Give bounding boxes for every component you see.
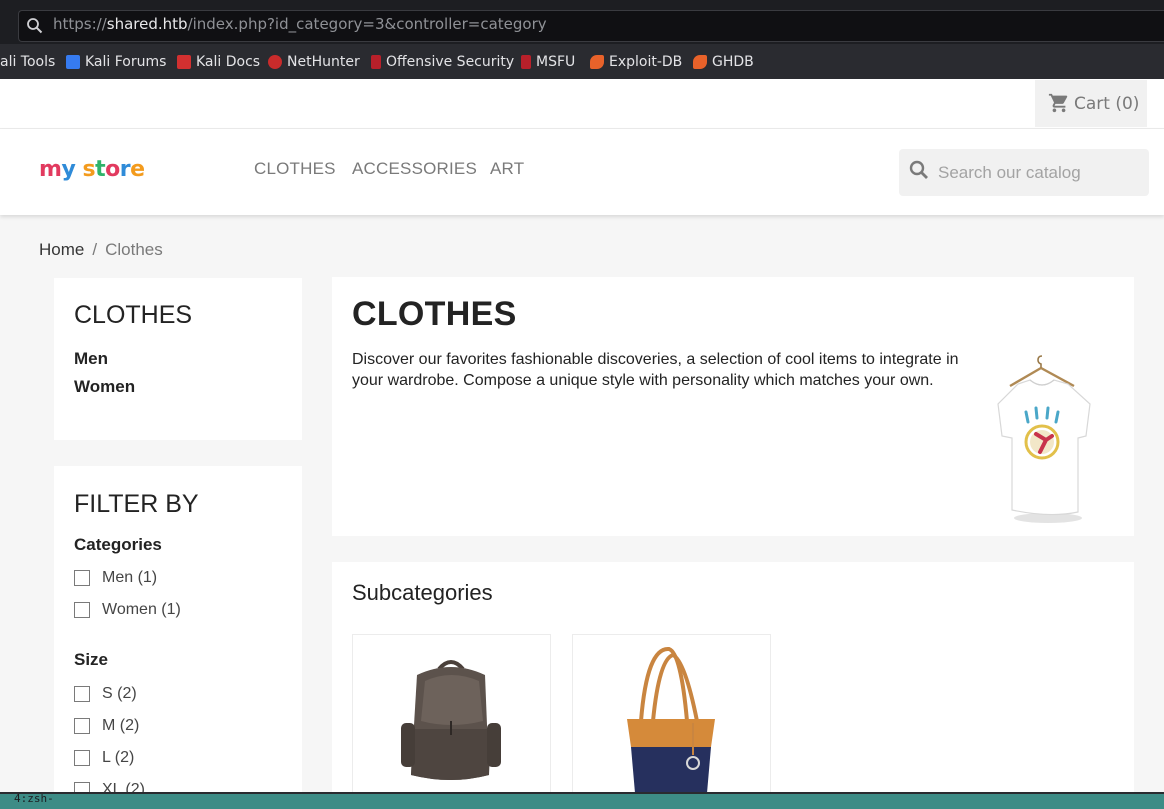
bookmark-ghdb[interactable]: GHDB xyxy=(693,53,754,71)
category-description: Discover our favorites fashionable disco… xyxy=(352,351,959,389)
bookmark-label: Offensive Security xyxy=(386,54,515,70)
kali-forums-icon xyxy=(66,55,80,69)
breadcrumb-separator: / xyxy=(92,240,98,259)
facet-option-label[interactable]: L (2) xyxy=(102,749,134,767)
category-tshirt-image xyxy=(997,355,1091,523)
facet-title-size: Size xyxy=(74,650,109,669)
bookmark-offensive-security[interactable]: Offensive Security xyxy=(371,53,514,71)
terminal-status-bar xyxy=(0,792,1164,809)
facet-option-m[interactable]: M (2) xyxy=(74,716,139,736)
facet-option-label[interactable]: Men (1) xyxy=(102,569,157,587)
checkbox[interactable] xyxy=(74,718,90,734)
logo-letter: s xyxy=(82,157,96,182)
checkbox[interactable] xyxy=(74,686,90,702)
facet-option-men[interactable]: Men (1) xyxy=(74,568,157,588)
category-tree-title[interactable]: CLOTHES xyxy=(74,301,192,330)
kali-docs-icon xyxy=(177,55,191,69)
checkbox[interactable] xyxy=(74,602,90,618)
bookmark-kali-forums[interactable]: Kali Forums xyxy=(66,53,166,71)
logo-letter: r xyxy=(119,157,131,182)
facet-title-categories: Categories xyxy=(74,535,162,554)
logo-letter: o xyxy=(105,157,120,182)
search-icon[interactable] xyxy=(907,158,931,182)
bookmark-label: Exploit-DB xyxy=(609,54,683,70)
nethunter-icon xyxy=(268,55,282,69)
url-path: /index.php?id_category=3&controller=cate… xyxy=(187,15,547,33)
bookmark-label: Kali Docs xyxy=(196,54,261,70)
subcategory-tile-men[interactable] xyxy=(352,634,551,804)
bookmark-kali-docs[interactable]: Kali Docs xyxy=(177,53,260,71)
url-text[interactable]: https://shared.htb/index.php?id_category… xyxy=(53,15,547,33)
breadcrumb-home[interactable]: Home xyxy=(39,240,84,259)
cart-label[interactable]: Cart (0) xyxy=(1074,94,1139,114)
breadcrumb-current: Clothes xyxy=(105,240,163,259)
facet-option-s[interactable]: S (2) xyxy=(74,684,137,704)
bookmark-label: GHDB xyxy=(712,54,754,70)
facet-option-l[interactable]: L (2) xyxy=(74,748,134,768)
facet-option-label[interactable]: M (2) xyxy=(102,717,139,735)
store-logo[interactable]: my store xyxy=(39,157,145,182)
tote-bag-image xyxy=(627,647,715,793)
facet-option-label[interactable]: S (2) xyxy=(102,685,137,703)
bookmark-msfu[interactable]: MSFU xyxy=(521,53,575,71)
nav-clothes[interactable]: CLOTHES xyxy=(254,159,336,179)
bookmark-label: MSFU xyxy=(536,54,576,70)
checkbox[interactable] xyxy=(74,570,90,586)
logo-letter: e xyxy=(130,157,145,182)
terminal-status-text: 4:zsh- xyxy=(14,792,54,805)
logo-letter: m xyxy=(39,157,62,182)
checkbox[interactable] xyxy=(74,750,90,766)
logo-letter: y xyxy=(61,157,76,182)
search-icon xyxy=(27,18,43,34)
bookmark-label: ali Tools xyxy=(0,54,56,70)
offsec-icon xyxy=(371,55,381,69)
bookmarks-bar: ali Tools Kali Forums Kali Docs NetHunte… xyxy=(0,44,1164,80)
subcategories-title: Subcategories xyxy=(352,580,493,605)
facet-option-label[interactable]: Women (1) xyxy=(102,601,181,619)
breadcrumb: Home / Clothes xyxy=(39,240,163,260)
page-title: CLOTHES xyxy=(352,295,517,333)
header-nav-strip xyxy=(0,79,1164,129)
logo-letter: t xyxy=(95,157,106,182)
nav-art[interactable]: ART xyxy=(490,159,524,179)
search-input[interactable] xyxy=(938,160,1138,186)
bookmark-exploit-db[interactable]: Exploit-DB xyxy=(590,53,682,71)
nav-accessories[interactable]: ACCESSORIES xyxy=(352,159,477,179)
subcategory-tile-women[interactable] xyxy=(572,634,771,804)
msfu-icon xyxy=(521,55,531,69)
url-host: shared.htb xyxy=(106,15,188,33)
bookmark-nethunter[interactable]: NetHunter xyxy=(268,53,360,71)
facet-option-women[interactable]: Women (1) xyxy=(74,600,181,620)
bookmark-label: Kali Forums xyxy=(85,54,167,70)
category-link-women[interactable]: Women xyxy=(74,377,135,397)
cart-icon xyxy=(1048,93,1068,113)
url-scheme: https:// xyxy=(53,15,107,33)
exploit-db-icon xyxy=(590,55,604,69)
filter-title: FILTER BY xyxy=(74,490,199,518)
ghdb-icon xyxy=(693,55,707,69)
bookmark-kali-tools[interactable]: ali Tools xyxy=(0,53,55,71)
category-link-men[interactable]: Men xyxy=(74,349,108,369)
backpack-image xyxy=(401,660,501,780)
bookmark-label: NetHunter xyxy=(287,54,360,70)
